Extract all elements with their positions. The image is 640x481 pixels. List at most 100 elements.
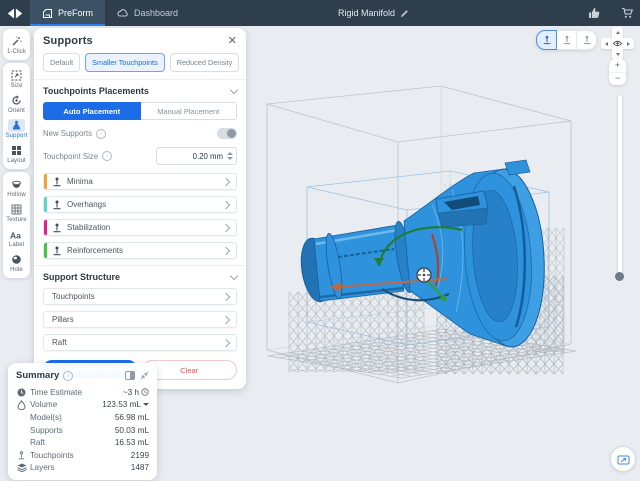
tab-preform-label: PreForm [58,8,93,18]
printed-model[interactable] [297,160,548,349]
magic-wand-icon [8,35,25,48]
view-mode-2-button[interactable] [556,30,577,50]
rotate-up-button[interactable] [612,27,623,38]
chevron-right-icon [222,246,230,254]
info-icon: i [96,129,106,139]
new-supports-toggle[interactable] [217,128,237,139]
top-bar: PreForm Dashboard Rigid Manifold [0,0,640,26]
hollow-icon [8,178,25,191]
printer-icon [42,8,53,19]
panel-toggle-icon[interactable] [125,371,135,380]
row-label: Reinforcements [67,246,123,255]
viewport-3d[interactable] [230,26,640,481]
summary-row-time: Time Estimate ~3 h [16,386,149,399]
stepper-up-icon[interactable] [227,152,233,155]
preset-reduced-density[interactable]: Reduced Density [170,53,240,72]
sidebar-item-layout[interactable]: Layout [3,141,30,166]
sidebar-item-orient[interactable]: Orient [3,91,30,116]
info-icon: i [63,371,73,381]
touchpoint-size-input[interactable]: 0.20 mm [156,147,237,165]
stabilization-color-bar [44,220,47,235]
tool-label: Orient [8,108,25,114]
sidebar-item-texture[interactable]: Texture [3,200,30,225]
sidebar-item-hollow[interactable]: Hollow [3,175,30,200]
formlabs-logo-icon [0,0,30,26]
touchpoints-placements-header[interactable]: Touchpoints Placements [43,86,237,96]
texture-icon [8,203,25,216]
layer-slider-track[interactable] [618,95,622,277]
orient-icon [8,94,25,107]
section-title: Touchpoints Placements [43,86,149,96]
touchpoints-row[interactable]: Touchpoints [43,288,237,305]
toolbar-group-1: 1-Click [3,29,30,60]
minima-row[interactable]: Minima [43,173,237,190]
summary-row-layers: Layers 1487 [16,462,149,475]
cloud-icon [117,8,129,18]
thumbs-up-icon[interactable] [588,7,601,19]
preset-smaller-touchpoints[interactable]: Smaller Touchpoints [85,53,165,72]
rotate-right-button[interactable] [623,38,634,49]
chevron-right-icon [222,315,230,323]
chevron-right-icon [222,292,230,300]
placement-mode-segmented: Auto Placement Manual Placement [43,102,237,120]
tool-sidebar: 1-Click Size Orient Support [3,29,30,278]
rotate-left-button[interactable] [601,38,612,49]
auto-placement-button[interactable]: Auto Placement [43,102,141,120]
manual-placement-button[interactable]: Manual Placement [141,102,238,120]
touchpoint-size-row: Touchpoint Size i 0.20 mm [43,147,237,165]
preset-default[interactable]: Default [43,53,80,72]
tab-dashboard[interactable]: Dashboard [105,0,190,26]
edit-title-pencil-icon[interactable] [400,9,409,18]
touchpoint-size-label: Touchpoint Size [43,152,98,161]
sidebar-item-hole[interactable]: Hole [3,250,30,275]
zoom-out-button[interactable]: − [609,73,626,86]
zoom-in-button[interactable]: + [609,59,626,73]
arrow-up-icon [616,31,620,34]
sidebar-item-one-click[interactable]: 1-Click [3,32,30,57]
support-presets: Default Smaller Touchpoints Reduced Dens… [43,53,237,72]
summary-row-touchpoints: Touchpoints 2199 [16,449,149,462]
close-icon[interactable]: ✕ [228,36,237,46]
size-stepper[interactable] [227,152,233,160]
arrow-left-icon [605,42,608,46]
view-navigation-pad [601,27,634,60]
sidebar-item-label[interactable]: Aa Label [3,225,30,250]
chevron-right-icon [222,177,230,185]
chevron-right-icon [222,338,230,346]
layer-slider-thumb[interactable] [615,272,624,281]
stabilization-row[interactable]: Stabilization [43,219,237,236]
touchpoint-view-icon [582,35,592,45]
overhangs-color-bar [44,197,47,212]
touchpoint-type-icon [52,200,62,210]
collapse-panel-icon[interactable] [140,371,149,380]
row-label: Overhangs [67,200,106,209]
summary-value: 2199 [131,451,149,460]
volume-dropdown[interactable]: 123.53 mL [102,400,149,409]
screenshot-button[interactable] [610,446,636,472]
row-label: Raft [52,338,67,347]
summary-row-models: Model(s) 56.98 mL [16,411,149,424]
stepper-down-icon[interactable] [227,157,233,160]
cart-icon[interactable] [621,7,634,19]
supports-panel-title: Supports [43,35,93,47]
pillars-row[interactable]: Pillars [43,311,237,328]
support-view-mode-group [536,30,597,50]
layout-grid-icon [8,144,25,157]
sidebar-item-support[interactable]: Support [3,116,30,141]
tool-label: Support [6,133,28,139]
sidebar-item-size[interactable]: Size [3,66,30,91]
divider [34,79,246,80]
overhangs-row[interactable]: Overhangs [43,196,237,213]
support-structure-header[interactable]: Support Structure [43,272,237,282]
view-home-button[interactable] [612,38,623,49]
small-clock-icon [141,388,149,396]
tab-preform[interactable]: PreForm [30,0,105,26]
summary-value: 123.53 mL [102,400,141,409]
view-mode-3-button[interactable] [576,30,597,50]
raft-row[interactable]: Raft [43,334,237,351]
chevron-right-icon [222,200,230,208]
summary-row-raft: Raft 16.53 mL [16,436,149,449]
reinforcements-row[interactable]: Reinforcements [43,242,237,259]
summary-value: 50.03 mL [115,426,149,435]
view-mode-touchpoints-button[interactable] [536,30,557,50]
